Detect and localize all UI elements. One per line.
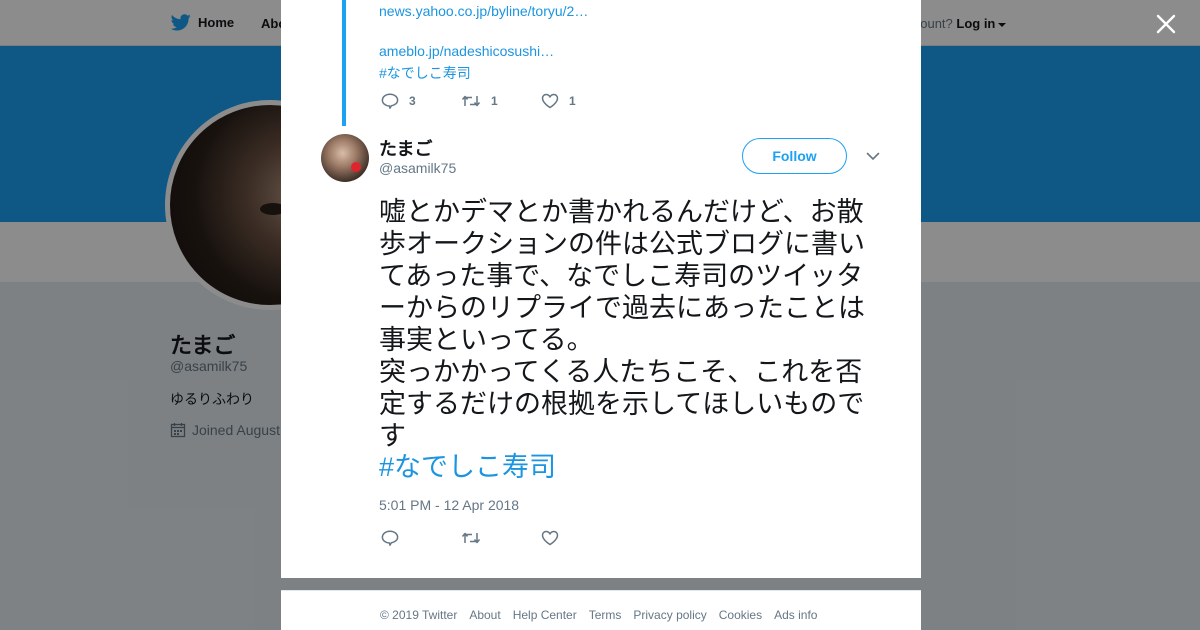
like-count: 1 [569,94,576,108]
retweet-icon [461,532,481,544]
previous-tweet-link-2[interactable]: ameblo.jp/nadeshicosushi… [379,43,554,59]
previous-tweet-actions: 3 1 1 [381,93,621,109]
tweet-actions [381,530,621,546]
reply-icon [381,530,399,546]
follow-button[interactable]: Follow [742,138,847,174]
retweet-count: 1 [491,94,498,108]
reply-button[interactable]: 3 [381,93,461,109]
thread-connector-line [342,0,346,126]
footer-links: © 2019 Twitter About Help Center Terms P… [380,608,817,622]
footer-link-cookies[interactable]: Cookies [719,608,762,622]
tweet-hashtag[interactable]: #なでしこ寿司 [379,451,556,483]
retweet-icon [461,95,481,107]
tweet-timestamp[interactable]: 5:01 PM - 12 Apr 2018 [379,497,519,513]
footer-copyright: © 2019 Twitter [380,608,458,622]
chevron-down-icon[interactable] [865,150,881,162]
tweet-author-name[interactable]: たまご [379,135,432,161]
tweet-modal: news.yahoo.co.jp/byline/toryu/2… ameblo.… [281,0,921,578]
previous-tweet-hashtag[interactable]: #なでしこ寿司 [379,63,471,83]
reply-button[interactable] [381,530,461,546]
footer-link-terms[interactable]: Terms [589,608,622,622]
modal-footer: © 2019 Twitter About Help Center Terms P… [281,590,921,630]
reply-count: 3 [409,94,416,108]
footer-link-help-center[interactable]: Help Center [513,608,577,622]
footer-link-ads-info[interactable]: Ads info [774,608,817,622]
tweet-author-handle[interactable]: @asamilk75 [379,160,456,176]
tweet-text: 嘘とかデマとか書かれるんだけど、お散歩オークションの件は公式ブログに書いてあった… [379,197,865,451]
close-icon[interactable] [1155,13,1177,35]
tweet-author-avatar[interactable] [321,134,369,182]
like-button[interactable]: 1 [541,93,621,109]
footer-link-privacy[interactable]: Privacy policy [633,608,706,622]
like-icon [541,530,559,546]
avatar-rose-detail [351,162,361,172]
retweet-button[interactable]: 1 [461,93,541,109]
like-button[interactable] [541,530,621,546]
like-icon [541,93,559,109]
footer-link-about[interactable]: About [469,608,500,622]
retweet-button[interactable] [461,530,541,546]
previous-tweet-link-1[interactable]: news.yahoo.co.jp/byline/toryu/2… [379,3,588,19]
reply-icon [381,93,399,109]
